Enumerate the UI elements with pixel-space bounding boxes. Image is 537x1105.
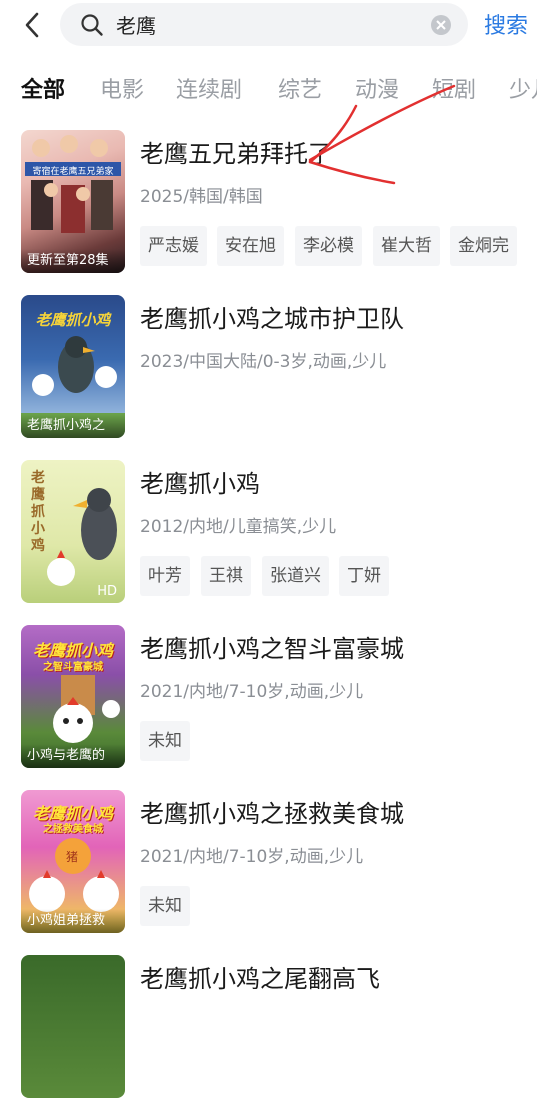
poster-caption: 更新至第28集 xyxy=(21,249,125,273)
search-header: 搜索 xyxy=(0,0,537,50)
cast-tag[interactable]: 金烔完 xyxy=(450,226,517,266)
poster-art-title: 老鹰抓小鸡 xyxy=(31,470,45,554)
result-item[interactable]: 老鹰抓小鸡之尾翻高飞 xyxy=(0,955,537,1105)
result-item[interactable]: 老鹰抓小鸡 老鹰抓小鸡之 老鹰抓小鸡之城市护卫队 2023/中国大陆/0-3岁,… xyxy=(0,295,537,445)
poster-image[interactable]: 老鹰抓小鸡 之智斗富豪城 小鸡与老鹰的 xyxy=(21,625,125,768)
poster-art-title: 老鹰抓小鸡 xyxy=(35,311,111,329)
result-meta: 2023/中国大陆/0-3岁,动画,少儿 xyxy=(140,352,387,372)
tab-anime[interactable]: 动漫 xyxy=(355,72,399,104)
poster-image[interactable]: 老鹰抓小鸡 老鹰抓小鸡之 xyxy=(21,295,125,438)
clear-icon[interactable] xyxy=(430,14,452,36)
cast-tag[interactable]: 张道兴 xyxy=(262,556,329,596)
svg-text:猪: 猪 xyxy=(66,850,78,864)
cast-tag[interactable]: 李必模 xyxy=(295,226,362,266)
result-meta: 2021/内地/7-10岁,动画,少儿 xyxy=(140,682,364,702)
tab-series[interactable]: 连续剧 xyxy=(176,72,242,104)
hd-badge: HD xyxy=(97,584,117,599)
tab-short-drama[interactable]: 短剧 xyxy=(432,72,476,104)
back-arrow-icon[interactable] xyxy=(18,10,48,40)
tab-all[interactable]: 全部 xyxy=(21,72,65,104)
search-icon xyxy=(81,14,103,36)
poster-image[interactable]: 寄宿在老鹰五兄弟家 更新至第28集 xyxy=(21,130,125,273)
result-title[interactable]: 老鹰抓小鸡之尾翻高飞 xyxy=(140,959,380,994)
poster-image[interactable]: 老鹰抓小鸡 HD xyxy=(21,460,125,603)
result-item[interactable]: 寄宿在老鹰五兄弟家 更新至第28集 老鹰五兄弟拜托了 2025/韩国/韩国 严志… xyxy=(0,130,537,280)
result-title[interactable]: 老鹰抓小鸡之城市护卫队 xyxy=(140,299,404,334)
result-meta: 2012/内地/儿童搞笑,少儿 xyxy=(140,517,337,537)
result-item[interactable]: 老鹰抓小鸡 HD 老鹰抓小鸡 2012/内地/儿童搞笑,少儿 叶芳 王祺 张道兴… xyxy=(0,460,537,610)
search-button[interactable]: 搜索 xyxy=(484,8,528,40)
result-meta: 2025/韩国/韩国 xyxy=(140,187,263,207)
cast-tag[interactable]: 崔大哲 xyxy=(373,226,440,266)
cast-tag[interactable]: 安在旭 xyxy=(217,226,284,266)
cast-tag[interactable]: 丁妍 xyxy=(339,556,389,596)
cast-tag[interactable]: 未知 xyxy=(140,886,190,926)
poster-art-subtitle: 之智斗富豪城 xyxy=(43,662,103,673)
result-meta: 2021/内地/7-10岁,动画,少儿 xyxy=(140,847,364,867)
result-title[interactable]: 老鹰五兄弟拜托了 xyxy=(140,134,332,169)
result-item[interactable]: 老鹰抓小鸡 之智斗富豪城 小鸡与老鹰的 老鹰抓小鸡之智斗富豪城 2021/内地/… xyxy=(0,625,537,775)
cast-tag[interactable]: 叶芳 xyxy=(140,556,190,596)
poster-caption: 小鸡姐弟拯救 xyxy=(21,909,125,933)
cast-tag[interactable]: 严志媛 xyxy=(140,226,207,266)
tab-kids[interactable]: 少儿 xyxy=(509,72,537,104)
poster-image[interactable]: 猪 老鹰抓小鸡 之拯救美食城 小鸡姐弟拯救 xyxy=(21,790,125,933)
poster-banner: 寄宿在老鹰五兄弟家 xyxy=(32,167,114,177)
search-input[interactable] xyxy=(116,3,416,46)
search-box[interactable] xyxy=(60,3,468,46)
tab-variety[interactable]: 综艺 xyxy=(278,72,322,104)
poster-image[interactable] xyxy=(21,955,125,1098)
category-tabs: 全部 电影 连续剧 综艺 动漫 短剧 少儿 xyxy=(0,70,537,110)
poster-caption: 小鸡与老鹰的 xyxy=(21,744,125,768)
result-title[interactable]: 老鹰抓小鸡之智斗富豪城 xyxy=(140,629,404,664)
cast-tag[interactable]: 王祺 xyxy=(201,556,251,596)
poster-art-subtitle: 之拯救美食城 xyxy=(43,824,103,835)
poster-caption: 老鹰抓小鸡之 xyxy=(21,414,125,438)
result-title[interactable]: 老鹰抓小鸡之拯救美食城 xyxy=(140,794,404,829)
result-item[interactable]: 猪 老鹰抓小鸡 之拯救美食城 小鸡姐弟拯救 老鹰抓小鸡之拯救美食城 2021/内… xyxy=(0,790,537,940)
tab-movies[interactable]: 电影 xyxy=(100,72,144,104)
result-title[interactable]: 老鹰抓小鸡 xyxy=(140,464,260,499)
cast-tag[interactable]: 未知 xyxy=(140,721,190,761)
